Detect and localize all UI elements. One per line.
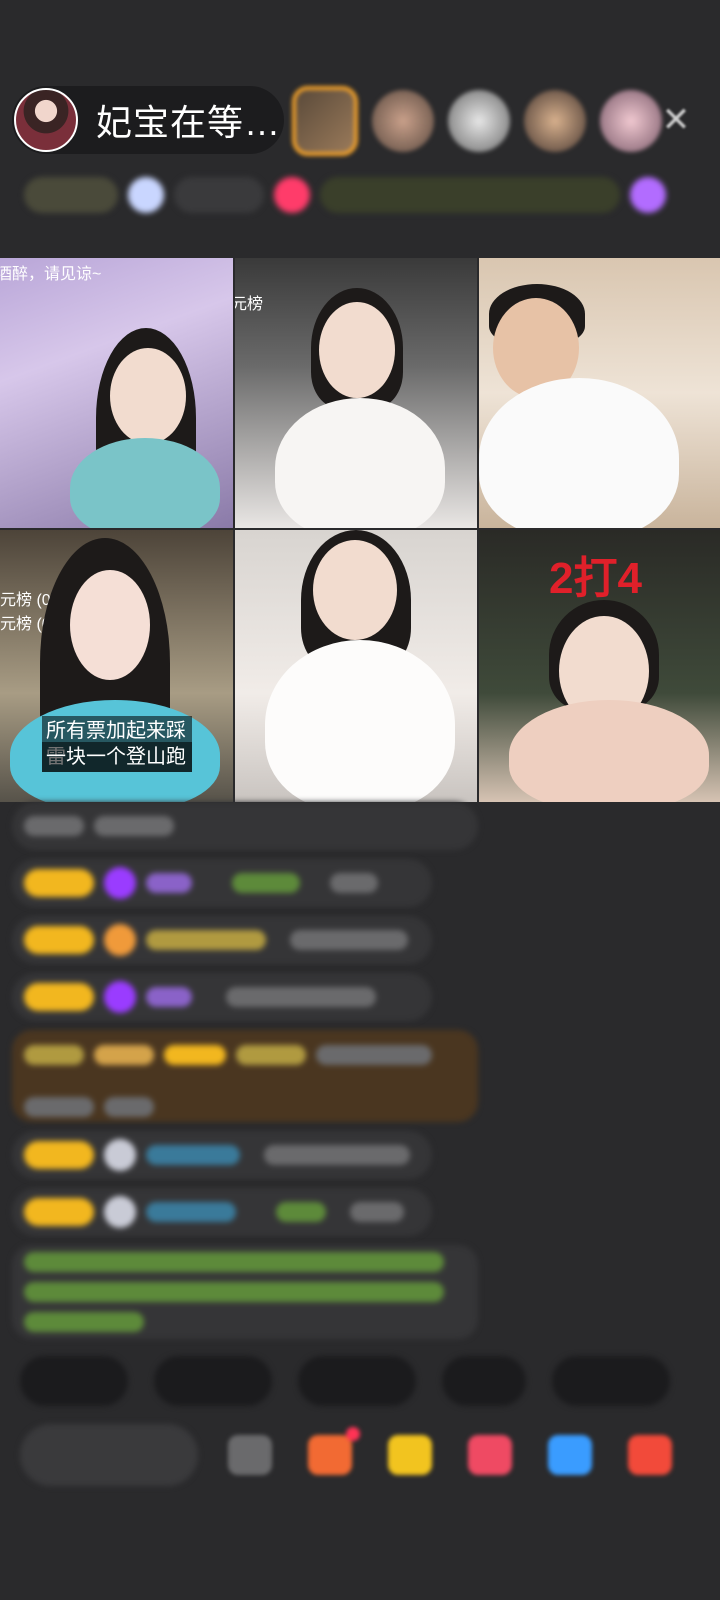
gem-icon [104, 1196, 136, 1228]
chat-user [146, 1145, 240, 1165]
tile-notice: 酒醉，请见谅~ [0, 266, 102, 283]
room-info-row [24, 172, 696, 218]
chat-user [236, 1045, 306, 1065]
chat-text [24, 1097, 94, 1117]
system-notice [12, 1245, 478, 1339]
chat-user [276, 1202, 326, 1222]
video-grid: 酒醉，请见谅~ 元榜 元榜 (0/5) 元榜 (0/1) 所有票加起来踩雷 一块… [0, 258, 720, 802]
hot-chip[interactable] [174, 177, 264, 213]
chat-message[interactable] [12, 859, 432, 907]
quick-reply-button[interactable] [154, 1356, 272, 1406]
video-tile[interactable] [235, 530, 477, 802]
chat-user [146, 873, 192, 893]
hot-icon[interactable] [128, 177, 164, 213]
streamer-body [275, 398, 445, 528]
video-tile[interactable]: 酒醉，请见谅~ [0, 258, 233, 528]
streamer-body [479, 378, 679, 528]
viewer-avatar[interactable] [292, 86, 358, 156]
host-info[interactable]: 妃宝在等… [12, 86, 284, 154]
fan-badge [24, 926, 94, 954]
chat-message[interactable] [12, 916, 432, 964]
chat-text [290, 930, 408, 950]
streamer-body [265, 640, 455, 802]
gift-icon[interactable] [630, 177, 666, 213]
battle-score: 2打4 [549, 554, 642, 603]
chat-message[interactable] [12, 973, 432, 1021]
video-tile[interactable]: 元榜 (0/5) 元榜 (0/1) 所有票加起来踩雷 一块一个登山跑 [0, 530, 233, 802]
fan-badge [24, 869, 94, 897]
top-viewers[interactable] [292, 86, 662, 156]
bottom-toolbar [20, 1420, 720, 1490]
emoji-icon[interactable] [228, 1435, 272, 1475]
host-name: 妃宝在等… [96, 102, 282, 143]
chat-list [12, 802, 482, 1348]
chat-text [94, 816, 174, 836]
streamer-body [509, 700, 709, 802]
quick-reply-button[interactable] [552, 1356, 670, 1406]
chat-text [226, 987, 376, 1007]
video-tile[interactable]: 元榜 [235, 258, 477, 528]
ticker-chip[interactable] [320, 177, 620, 213]
chat-user [24, 816, 84, 836]
chat-text [264, 1145, 410, 1165]
fan-badge [24, 1141, 94, 1169]
video-tile[interactable] [479, 258, 720, 528]
caption-line-2: 一块一个登山跑 [42, 742, 192, 772]
quick-reply-button[interactable] [442, 1356, 526, 1406]
notice-text [24, 1282, 444, 1302]
more-icon[interactable] [628, 1435, 672, 1475]
viewer-avatar[interactable] [600, 90, 662, 152]
chat-text [330, 873, 378, 893]
chat-message[interactable] [12, 802, 478, 850]
quick-reply-button[interactable] [20, 1356, 128, 1406]
tile-label: 元榜 [235, 296, 264, 313]
fan-badge [24, 1198, 94, 1226]
share-icon[interactable] [548, 1435, 592, 1475]
chat-user [232, 873, 300, 893]
chat-message[interactable] [12, 1030, 478, 1122]
gem-icon [104, 924, 136, 956]
video-tile[interactable]: 2打4 [479, 530, 720, 802]
viewer-avatar[interactable] [524, 90, 586, 152]
streamer-face [319, 302, 395, 398]
chat-user [146, 1202, 236, 1222]
notice-text [24, 1312, 144, 1332]
gem-icon [104, 867, 136, 899]
chat-user [146, 930, 266, 950]
viewer-avatar[interactable] [448, 90, 510, 152]
chat-text [316, 1045, 432, 1065]
quick-reply-row [20, 1356, 670, 1406]
streamer-face [313, 540, 397, 640]
gift-box-icon[interactable] [308, 1427, 360, 1475]
streamer-body [70, 438, 220, 528]
level-chip[interactable] [24, 177, 118, 213]
chat-text [350, 1202, 404, 1222]
level-badge [94, 1045, 154, 1065]
chat-user [146, 987, 192, 1007]
chat-user [24, 1045, 84, 1065]
gift-icon[interactable] [388, 1435, 432, 1475]
quick-reply-button[interactable] [298, 1356, 416, 1406]
streamer-face [110, 348, 186, 444]
red-packet-icon[interactable] [468, 1435, 512, 1475]
chat-message[interactable] [12, 1188, 432, 1236]
host-avatar[interactable] [14, 88, 78, 152]
fan-badge [164, 1045, 226, 1065]
chat-text [104, 1097, 154, 1117]
fire-icon[interactable] [274, 177, 310, 213]
viewer-avatar[interactable] [372, 90, 434, 152]
streamer-face [70, 570, 150, 680]
chat-input[interactable] [20, 1424, 198, 1486]
gem-icon [104, 1139, 136, 1171]
close-icon[interactable]: ✕ [656, 100, 696, 140]
notice-text [24, 1252, 444, 1272]
fan-badge [24, 983, 94, 1011]
gem-icon [104, 981, 136, 1013]
chat-message[interactable] [12, 1131, 432, 1179]
